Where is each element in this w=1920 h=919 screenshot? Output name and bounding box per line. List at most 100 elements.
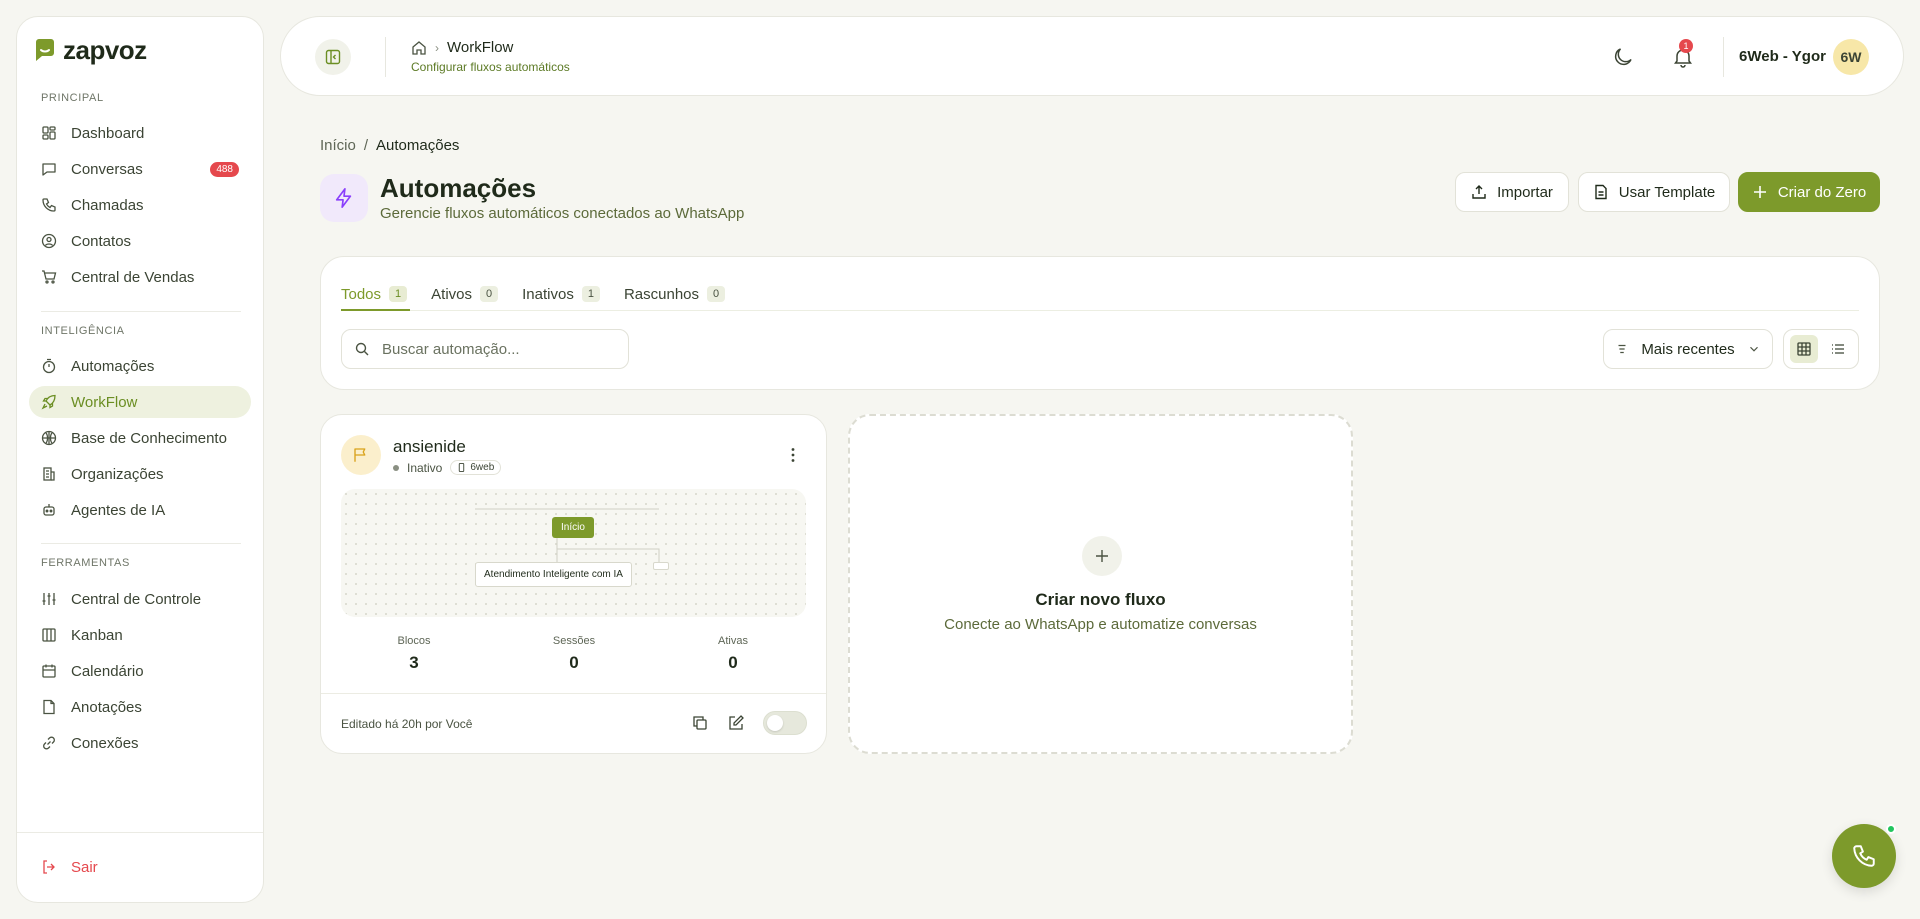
tab-count: 1	[389, 286, 408, 302]
grid-icon	[1797, 342, 1811, 356]
brand-name: zapvoz	[63, 35, 147, 65]
collapse-sidebar-button[interactable]	[315, 39, 351, 75]
phone-icon	[42, 198, 56, 212]
tab-todos[interactable]: Todos 1	[341, 277, 408, 311]
sidebar-item-label: Central de Vendas	[71, 268, 195, 286]
sidebar-item-contatos[interactable]: Contatos	[29, 225, 251, 257]
flow-preview[interactable]: Início Atendimento Inteligente com IA	[341, 489, 806, 617]
sidebar-item-conexoes[interactable]: Conexões	[29, 727, 251, 759]
add-flow-button[interactable]	[1082, 536, 1122, 576]
breadcrumb-current: Automações	[376, 137, 460, 154]
sidebar-item-chamadas[interactable]: Chamadas	[29, 189, 251, 221]
sidebar-item-label: Calendário	[71, 662, 144, 680]
sidebar-item-label: Anotações	[71, 698, 142, 716]
online-status-dot	[1886, 824, 1896, 834]
status-dot	[393, 464, 399, 471]
tab-ativos[interactable]: Ativos 0	[431, 277, 499, 311]
header-crumb-label[interactable]: WorkFlow	[447, 39, 513, 56]
logout-button[interactable]: Sair	[29, 851, 251, 883]
create-new-flow-card[interactable]: Criar novo fluxo Conecte ao WhatsApp e a…	[848, 414, 1353, 754]
unread-badge: 488	[210, 162, 239, 177]
top-header: › WorkFlow Configurar fluxos automáticos…	[280, 16, 1904, 96]
use-template-button-label: Usar Template	[1618, 183, 1716, 201]
grid-view-button[interactable]	[1790, 335, 1818, 363]
sidebar-item-automacoes[interactable]: Automações	[29, 350, 251, 382]
flow-card[interactable]: ansienide Inativo 6web Início Atendiment…	[320, 414, 827, 754]
sort-dropdown[interactable]: Mais recentes	[1603, 329, 1773, 369]
brand-logo[interactable]: zapvoz	[33, 37, 147, 63]
page-title: Automações	[380, 173, 537, 203]
sidebar-item-anotacoes[interactable]: Anotações	[29, 691, 251, 723]
sidebar-item-kanban[interactable]: Kanban	[29, 619, 251, 651]
sidebar-item-conversas[interactable]: Conversas 488	[29, 153, 251, 185]
sidebar-item-agentes-de-ia[interactable]: Agentes de IA	[29, 494, 251, 526]
user-name[interactable]: 6Web - Ygor	[1739, 48, 1826, 65]
contact-icon	[41, 233, 57, 249]
sidebar-item-organizacoes[interactable]: Organizações	[29, 458, 251, 490]
stat-active: Ativas 0	[673, 635, 793, 673]
flow-active-toggle[interactable]	[763, 711, 807, 735]
call-fab-button[interactable]	[1832, 824, 1896, 888]
tab-label: Todos	[341, 285, 382, 303]
moon-icon[interactable]	[1611, 45, 1635, 69]
connection-chip: 6web	[450, 460, 502, 475]
header-subtitle: Configurar fluxos automáticos	[411, 60, 570, 74]
new-flow-subtitle: Conecte ao WhatsApp e automatize convers…	[944, 616, 1257, 633]
cart-icon	[42, 270, 57, 284]
sidebar-item-calendario[interactable]: Calendário	[29, 655, 251, 687]
section-label-inteligencia: INTELIGÊNCIA	[41, 325, 125, 337]
tab-label: Inativos	[522, 285, 574, 303]
header-breadcrumb: › WorkFlow	[411, 39, 513, 56]
dashboard-icon	[42, 126, 56, 140]
use-template-button[interactable]: Usar Template	[1578, 172, 1730, 212]
stat-value: 0	[569, 653, 579, 672]
sidebar-item-label: Kanban	[71, 626, 123, 644]
sidebar-item-central-de-controle[interactable]: Central de Controle	[29, 583, 251, 615]
card-divider	[321, 693, 826, 694]
sidebar-item-central-de-vendas[interactable]: Central de Vendas	[29, 261, 251, 293]
section-label-principal: PRINCIPAL	[41, 92, 104, 104]
sidebar-divider	[17, 832, 263, 833]
logout-label: Sair	[71, 858, 98, 876]
search-box	[341, 329, 629, 369]
sidebar-item-dashboard[interactable]: Dashboard	[29, 117, 251, 149]
sidebar-item-label: Contatos	[71, 232, 132, 250]
more-vertical-icon[interactable]	[783, 445, 803, 465]
stat-blocks: Blocos 3	[354, 635, 474, 673]
copy-icon[interactable]	[691, 714, 709, 732]
flow-avatar	[341, 435, 381, 475]
search-input[interactable]	[382, 340, 612, 358]
list-view-button[interactable]	[1824, 335, 1852, 363]
edit-icon[interactable]	[727, 714, 745, 732]
toggle-knob	[767, 715, 783, 731]
flow-name: ansienide	[393, 437, 466, 456]
flow-status: Inativo 6web	[393, 460, 502, 475]
stat-value: 3	[409, 653, 419, 672]
avatar[interactable]: 6W	[1833, 39, 1869, 75]
link-icon	[43, 736, 55, 750]
new-flow-title: Criar novo fluxo	[1035, 590, 1166, 609]
note-icon	[43, 699, 55, 715]
tab-count: 0	[707, 286, 726, 302]
flag-icon	[354, 448, 366, 462]
breadcrumb-home[interactable]: Início	[320, 137, 356, 154]
ai-node: Atendimento Inteligente com IA	[475, 562, 632, 587]
status-label: Inativo	[407, 460, 443, 475]
globe-icon	[41, 430, 57, 446]
sidebar-divider	[41, 543, 241, 544]
page-icon	[320, 174, 368, 222]
sidebar-divider	[41, 311, 241, 312]
panel-left-icon	[325, 49, 341, 65]
create-from-scratch-button[interactable]: Criar do Zero	[1738, 172, 1880, 212]
active-tab-indicator	[341, 309, 410, 311]
sidebar-item-workflow[interactable]: WorkFlow	[29, 386, 251, 418]
import-button[interactable]: Importar	[1455, 172, 1569, 212]
tab-inativos[interactable]: Inativos 1	[522, 277, 600, 311]
tab-label: Rascunhos	[623, 285, 700, 303]
stat-label: Ativas	[718, 635, 748, 647]
home-icon[interactable]	[411, 40, 427, 56]
sliders-icon	[42, 593, 56, 605]
tab-rascunhos[interactable]: Rascunhos 0	[623, 277, 726, 311]
plus-icon	[1753, 186, 1766, 198]
sidebar-item-base-de-conhecimento[interactable]: Base de Conhecimento	[29, 422, 251, 454]
